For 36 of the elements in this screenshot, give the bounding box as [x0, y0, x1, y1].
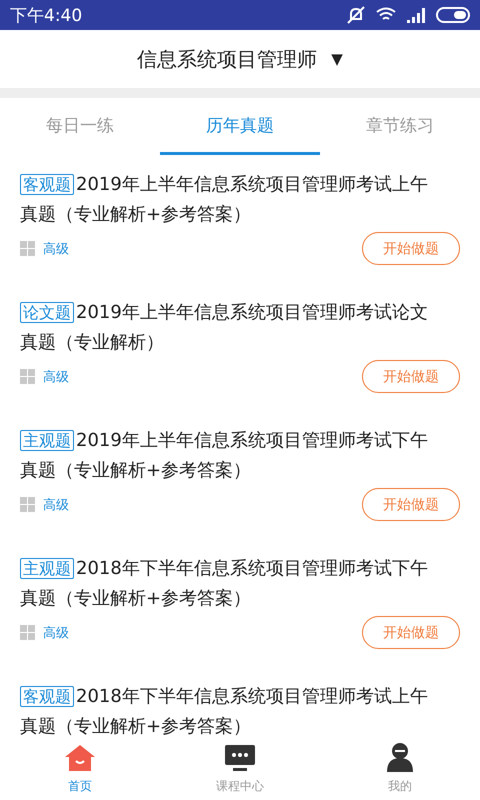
difficulty-label: 高级 — [43, 240, 69, 258]
exam-title[interactable]: 客观题 2019年上半年信息系统项目管理师考试上午真题（专业解析+参考答案） — [20, 170, 442, 230]
grid-icon — [20, 497, 35, 512]
grid-icon — [20, 241, 35, 256]
start-button[interactable]: 开始做题 — [362, 232, 460, 265]
dropdown-icon[interactable]: ▼ — [331, 50, 343, 68]
status-time: 下午4:40 — [10, 4, 82, 26]
exam-tag: 主观题 — [20, 558, 74, 579]
exam-tag: 客观题 — [20, 686, 74, 707]
tab[interactable]: 章节练习 — [320, 98, 480, 155]
exam-title[interactable]: 主观题 2019年上半年信息系统项目管理师考试下午真题（专业解析+参考答案） — [20, 426, 442, 486]
tab[interactable]: 每日一练 — [0, 98, 160, 155]
grid-icon — [20, 625, 35, 640]
start-button[interactable]: 开始做题 — [362, 360, 460, 393]
nav-item[interactable]: 首页 — [0, 740, 160, 800]
exam-tag: 论文题 — [20, 302, 74, 323]
exam-title[interactable]: 论文题 2019年上半年信息系统项目管理师考试论文真题（专业解析） — [20, 298, 442, 358]
exam-tag: 主观题 — [20, 430, 74, 451]
subject-title[interactable]: 信息系统项目管理师 — [137, 46, 318, 72]
house-icon — [64, 744, 96, 772]
nav-item[interactable]: 课程中心 — [160, 740, 320, 800]
battery-icon — [436, 7, 470, 23]
tab[interactable]: 历年真题 — [160, 98, 320, 155]
signal-icon — [406, 7, 426, 23]
grid-icon — [20, 369, 35, 384]
monitor-icon — [224, 744, 256, 772]
mute-icon — [346, 6, 366, 24]
nav-item[interactable]: 我的 — [320, 740, 480, 800]
start-button[interactable]: 开始做题 — [362, 616, 460, 649]
difficulty-label: 高级 — [43, 368, 69, 386]
exam-title[interactable]: 主观题 2018年下半年信息系统项目管理师考试下午真题（专业解析+参考答案） — [20, 554, 442, 614]
start-button[interactable]: 开始做题 — [362, 488, 460, 521]
difficulty-label: 高级 — [43, 624, 69, 642]
exam-tag: 客观题 — [20, 174, 74, 195]
difficulty-label: 高级 — [43, 496, 69, 514]
exam-title[interactable]: 客观题 2018年下半年信息系统项目管理师考试上午真题（专业解析+参考答案） — [20, 682, 442, 740]
